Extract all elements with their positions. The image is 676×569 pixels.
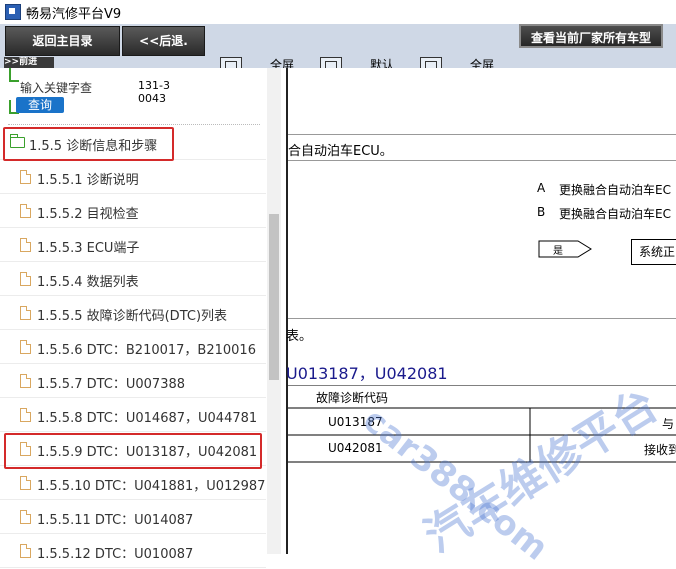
tree-item[interactable]: 1.5.5.11 DTC：U014087	[0, 501, 266, 534]
app-icon	[5, 4, 21, 20]
highlight-box	[3, 127, 174, 161]
flow-arrow-label: 是	[553, 246, 563, 257]
title-bar: 畅易汽修平台V9	[0, 0, 676, 25]
app-title: 畅易汽修平台V9	[26, 7, 122, 22]
table-cell-code: U013187	[328, 415, 383, 429]
flow-result-box: 系统正	[631, 239, 676, 265]
tree-item-label: 1.5.5.5 故障诊断代码(DTC)列表	[37, 309, 228, 324]
flow-arrow-icon: 是	[538, 240, 592, 258]
divider	[288, 134, 676, 135]
tree-item-label: 1.5.5.3 ECU端子	[37, 241, 140, 256]
document-icon	[20, 272, 31, 286]
highlight-box	[4, 433, 262, 469]
divider	[288, 318, 676, 319]
divider	[8, 124, 260, 125]
tree-item-label: 1.5.5.8 DTC：U014687，U044781	[37, 411, 258, 426]
divider	[288, 160, 676, 161]
option-b-text: 更换融合自动泊车EC	[559, 207, 671, 221]
table-cell-desc: 与	[662, 417, 675, 431]
back-button[interactable]: <<后退.	[122, 26, 205, 56]
tree-item-label: 1.5.5.4 数据列表	[37, 275, 139, 290]
document-icon	[20, 170, 31, 184]
home-button[interactable]: 返回主目录	[5, 26, 120, 56]
tree-item[interactable]: 1.5.5.12 DTC：U010087	[0, 535, 266, 568]
tree-item-label: 1.5.5.10 DTC：U041881，U012987	[37, 479, 266, 494]
document-icon	[20, 340, 31, 354]
doc-code: 131-30043	[138, 79, 170, 105]
document-icon	[20, 408, 31, 422]
tree-item-label: 1.5.5.2 目视检查	[37, 207, 139, 222]
tree-item[interactable]: 1.5.5.6 DTC：B210017，B210016	[0, 331, 266, 364]
search-button[interactable]: 查询	[16, 97, 64, 113]
tree-item[interactable]: 1.5.5.2 目视检查	[0, 195, 266, 228]
search-input[interactable]: 输入关键字查	[20, 79, 92, 96]
tree-item[interactable]: 1.5.5.8 DTC：U014687，U044781	[0, 399, 266, 432]
document-icon	[20, 238, 31, 252]
table-header: 故障诊断代码	[316, 391, 389, 405]
scrollbar-thumb[interactable]	[269, 214, 279, 380]
tree-item[interactable]: 1.5.5.10 DTC：U041881，U012987	[0, 467, 266, 500]
tree-item-label: 1.5.5.1 诊断说明	[37, 173, 139, 188]
table-cell-code: U042081	[328, 441, 383, 455]
table-cell-desc: 接收到	[644, 443, 676, 457]
tree-item[interactable]: 1.5.5.3 ECU端子	[0, 229, 266, 262]
tree-item-label: 1.5.5.7 DTC：U007388	[37, 377, 186, 392]
tree-item[interactable]: 1.5.5.4 数据列表	[0, 263, 266, 296]
toolbar: 返回主目录 <<后退. >>前进 全屏 默认 全屏 查看当前厂家所有车型	[0, 24, 676, 75]
document-icon	[20, 544, 31, 558]
document-icon	[20, 374, 31, 388]
tree-item-label: 1.5.5.12 DTC：U010087	[37, 547, 194, 562]
document-icon	[20, 204, 31, 218]
document-icon	[20, 510, 31, 524]
doc-text: 表。	[286, 329, 313, 344]
document-icon	[20, 306, 31, 320]
dtc-section-title: U013187，U042081	[286, 364, 448, 383]
tree-item-label: 1.5.5.6 DTC：B210017，B210016	[37, 343, 256, 358]
option-a-text: 更换融合自动泊车EC	[559, 183, 671, 197]
option-a-letter: A	[537, 181, 546, 195]
forward-button[interactable]: >>前进	[4, 57, 54, 68]
tree-connector-icon	[9, 68, 19, 82]
tree-item[interactable]: 1.5.5.1 诊断说明	[0, 161, 266, 194]
tree-item[interactable]: 1.5.5.7 DTC：U007388	[0, 365, 266, 398]
doc-text: 合自动泊车ECU。	[288, 144, 393, 159]
tree-item[interactable]: 1.5.5.5 故障诊断代码(DTC)列表	[0, 297, 266, 330]
view-all-models-button[interactable]: 查看当前厂家所有车型	[519, 24, 663, 48]
option-b-letter: B	[537, 205, 546, 219]
document-icon	[20, 476, 31, 490]
tree-item-label: 1.5.5.11 DTC：U014087	[37, 513, 194, 528]
